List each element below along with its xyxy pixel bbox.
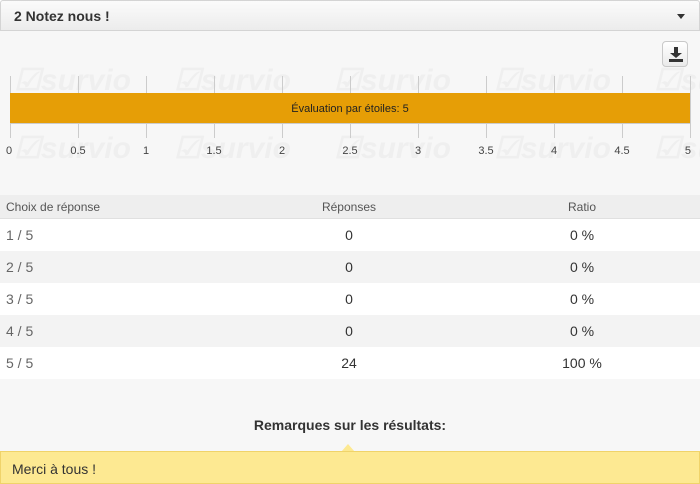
- cell-responses: 0: [345, 323, 353, 339]
- remarks-note: Merci à tous !: [0, 451, 700, 484]
- watermark-text: ☑survio: [654, 64, 700, 97]
- table-row: 5 / 5 24 100 %: [0, 347, 700, 379]
- cell-choice: 1 / 5: [6, 227, 34, 243]
- table-row: 3 / 5 0 0 %: [0, 283, 700, 315]
- x-tick-label: 1.5: [206, 145, 221, 157]
- cell-choice: 3 / 5: [6, 291, 34, 307]
- cell-responses: 0: [345, 227, 353, 243]
- table-row: 1 / 5 0 0 %: [0, 219, 700, 251]
- cell-responses: 0: [345, 291, 353, 307]
- panel-title: 2 Notez nous !: [14, 8, 110, 24]
- header-choice[interactable]: Choix de réponse: [6, 195, 100, 219]
- x-tick-label: 3: [415, 145, 421, 157]
- cell-choice: 2 / 5: [6, 259, 34, 275]
- x-tick-label: 0: [6, 145, 12, 157]
- watermark-text: ☑survio: [174, 64, 291, 97]
- table-header: Choix de réponse Réponses Ratio: [0, 195, 700, 219]
- panel-header[interactable]: 2 Notez nous !: [0, 0, 700, 31]
- x-tick-label: 2: [279, 145, 285, 157]
- watermark-text: ☑survio: [334, 64, 451, 97]
- bar-data-label: Évaluation par étoiles: 5: [291, 102, 408, 115]
- results-table: Choix de réponse Réponses Ratio 1 / 5 0 …: [0, 195, 700, 379]
- chart-svg: ☑survio ☑survio ☑survio ☑survio ☑survio ☑surv…: [6, 64, 700, 165]
- watermark-text: ☑survio: [14, 64, 131, 97]
- note-text: Merci à tous !: [12, 461, 97, 477]
- watermark-text: ☑survio: [494, 64, 611, 97]
- x-tick-label: 5: [685, 145, 691, 157]
- remarks-title: Remarques sur les résultats:: [253, 417, 447, 433]
- cell-ratio: 0 %: [569, 291, 595, 307]
- cell-ratio: 100 %: [562, 355, 602, 371]
- cell-ratio: 0 %: [569, 227, 595, 243]
- cell-ratio: 0 %: [569, 323, 595, 339]
- x-tick-label: 2.5: [342, 145, 357, 157]
- x-tick-label: 4: [551, 145, 557, 157]
- table-row: 4 / 5 0 0 %: [0, 315, 700, 347]
- x-tick-label: 1: [143, 145, 149, 157]
- x-tick-label: 4.5: [614, 145, 629, 157]
- cell-choice: 4 / 5: [6, 323, 34, 339]
- cell-choice: 5 / 5: [6, 355, 34, 371]
- header-ratio[interactable]: Ratio: [512, 195, 652, 219]
- header-responses[interactable]: Réponses: [279, 195, 419, 219]
- star-rating-chart: ☑survio ☑survio ☑survio ☑survio ☑survio ☑surv…: [0, 60, 700, 170]
- cell-responses: 0: [345, 259, 353, 275]
- watermark-text: ☑survio: [174, 132, 291, 165]
- x-tick-label: 3.5: [478, 145, 493, 157]
- cell-responses: 24: [341, 355, 357, 371]
- table-row: 2 / 5 0 0 %: [0, 251, 700, 283]
- cell-ratio: 0 %: [569, 259, 595, 275]
- watermark-text: ☑survio: [654, 132, 700, 165]
- chevron-down-icon[interactable]: [677, 14, 685, 19]
- x-tick-label: 0.5: [70, 145, 85, 157]
